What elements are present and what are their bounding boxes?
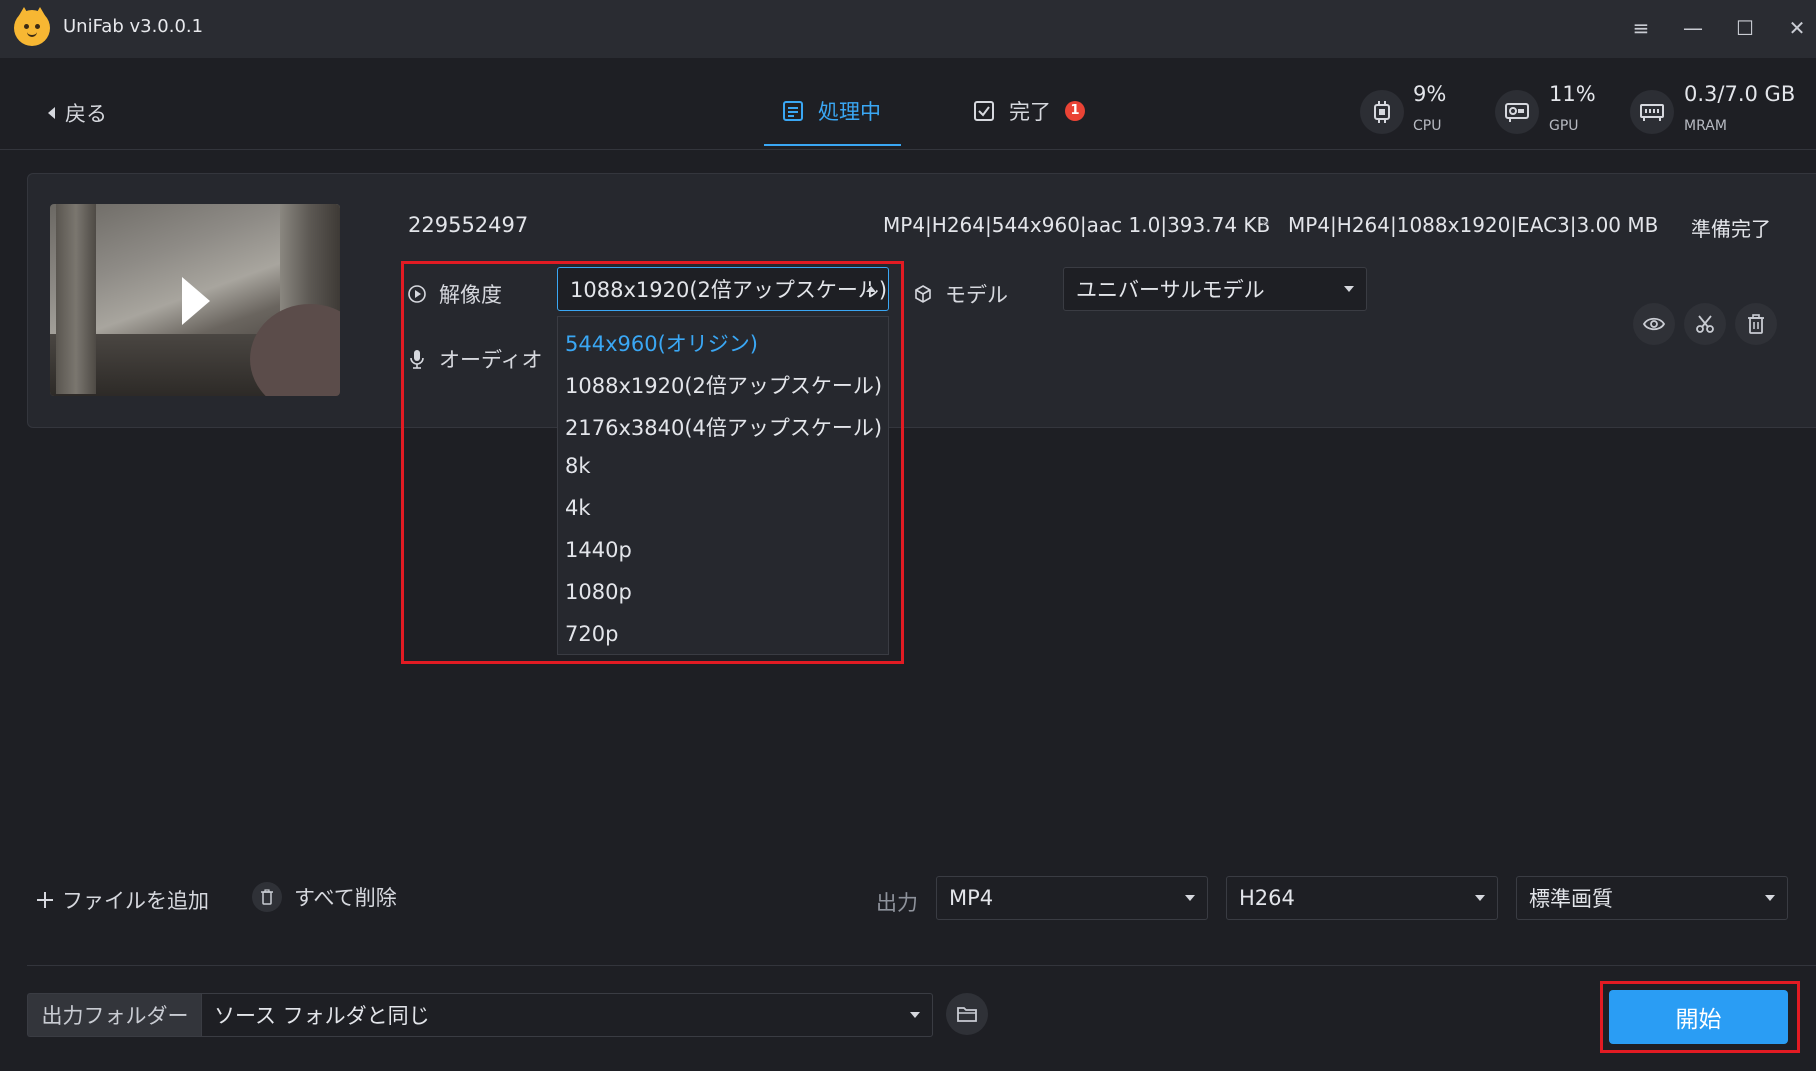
scissors-icon xyxy=(1696,315,1714,333)
back-button[interactable]: 戻る xyxy=(48,98,107,128)
quality-select[interactable]: 標準画質 xyxy=(1516,876,1788,920)
highlight-box-start xyxy=(1600,981,1800,1053)
mram-label: MRAM xyxy=(1684,118,1727,134)
model-label-row: モデル xyxy=(913,279,1008,309)
tab-processing[interactable]: 処理中 xyxy=(782,96,881,126)
caret-down-icon xyxy=(1185,895,1195,901)
delete-task-button[interactable] xyxy=(1735,303,1777,345)
cpu-value: 9% xyxy=(1413,82,1447,106)
format-select[interactable]: MP4 xyxy=(936,876,1208,920)
checkbox-icon xyxy=(974,101,994,121)
play-icon[interactable] xyxy=(182,277,210,325)
plus-icon xyxy=(37,892,53,908)
gpu-card-icon xyxy=(1495,90,1539,134)
target-info: MP4|H264|1088x1920|EAC3|3.00 MB xyxy=(1288,213,1659,237)
cpu-chip-icon xyxy=(1360,90,1404,134)
footer-divider xyxy=(27,965,1816,966)
trash-icon xyxy=(1748,314,1764,334)
model-selected-value: ユニバーサルモデル xyxy=(1076,278,1265,302)
model-select[interactable]: ユニバーサルモデル xyxy=(1063,267,1367,311)
convert-arrow-icon: » xyxy=(1261,215,1270,231)
delete-all-label: すべて削除 xyxy=(294,886,397,910)
gpu-value: 11% xyxy=(1549,82,1596,106)
caret-down-icon xyxy=(1475,895,1485,901)
caret-down-icon xyxy=(910,1012,920,1018)
memory-icon xyxy=(1630,90,1674,134)
delete-all-button[interactable]: すべて削除 xyxy=(252,882,397,912)
minimize-button[interactable]: — xyxy=(1676,12,1710,44)
model-label: モデル xyxy=(945,283,1008,307)
maximize-button[interactable]: ☐ xyxy=(1728,12,1762,44)
title-bar xyxy=(0,0,1816,58)
back-label: 戻る xyxy=(65,102,107,126)
cube-icon xyxy=(915,285,931,303)
gpu-label: GPU xyxy=(1549,118,1579,134)
output-folder-value: ソース フォルダと同じ xyxy=(214,1004,430,1028)
output-label: 出力 xyxy=(876,891,918,915)
quality-value: 標準画質 xyxy=(1529,887,1613,911)
format-value: MP4 xyxy=(949,886,994,910)
list-icon xyxy=(783,101,803,121)
close-button[interactable]: ✕ xyxy=(1780,12,1814,44)
mram-value: 0.3/7.0 GB xyxy=(1684,82,1796,106)
menu-button[interactable]: ≡ xyxy=(1624,12,1658,44)
trash-icon xyxy=(252,882,282,912)
file-name: 229552497 xyxy=(408,213,529,237)
back-arrow-icon xyxy=(48,107,55,119)
cpu-label: CPU xyxy=(1413,118,1442,134)
tab-done[interactable]: 完了 1 xyxy=(973,96,1085,126)
tab-processing-label: 処理中 xyxy=(818,100,881,124)
add-file-button[interactable]: ファイルを追加 xyxy=(36,885,209,915)
unifab-logo-icon xyxy=(14,7,50,46)
caret-down-icon xyxy=(1344,286,1354,292)
active-tab-underline xyxy=(764,144,901,146)
done-count-badge: 1 xyxy=(1065,101,1085,121)
source-info: MP4|H264|544x960|aac 1.0|393.74 KB xyxy=(883,213,1271,237)
header-bar xyxy=(0,58,1816,150)
codec-select[interactable]: H264 xyxy=(1226,876,1498,920)
add-file-label: ファイルを追加 xyxy=(62,889,209,913)
codec-value: H264 xyxy=(1239,886,1295,910)
tab-done-label: 完了 xyxy=(1009,100,1051,124)
output-folder-select[interactable]: ソース フォルダと同じ xyxy=(201,993,933,1037)
browse-folder-button[interactable] xyxy=(946,993,988,1035)
trim-button[interactable] xyxy=(1684,303,1726,345)
eye-icon xyxy=(1643,317,1665,331)
output-folder-label: 出力フォルダー xyxy=(27,993,202,1037)
caret-down-icon xyxy=(1765,895,1775,901)
highlight-box-resolution xyxy=(401,261,904,664)
app-title: UniFab v3.0.0.1 xyxy=(63,16,204,37)
preview-button[interactable] xyxy=(1633,303,1675,345)
status-text: 準備完了 xyxy=(1691,217,1771,241)
folder-icon xyxy=(957,1007,977,1022)
